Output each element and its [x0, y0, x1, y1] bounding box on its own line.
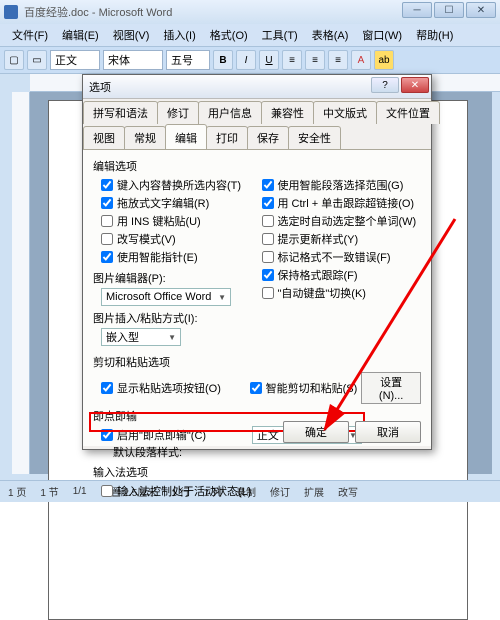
menubar: 文件(F) 编辑(E) 视图(V) 插入(I) 格式(O) 工具(T) 表格(A… — [0, 24, 500, 46]
align-center-icon[interactable]: ≡ — [305, 50, 325, 70]
titlebar: 百度经验.doc - Microsoft Word ─ ☐ ✕ — [0, 0, 500, 24]
chk-overwrite[interactable]: 改写模式(V) — [93, 230, 250, 248]
highlight-icon[interactable]: ab — [374, 50, 394, 70]
window-controls: ─ ☐ ✕ — [402, 2, 496, 18]
paste-mode-select[interactable]: 嵌入型▼ — [101, 328, 181, 346]
underline-icon[interactable]: U — [259, 50, 279, 70]
dialog-titlebar: 选项 ? ✕ — [83, 75, 431, 99]
tab-edit[interactable]: 编辑 — [165, 124, 207, 149]
chk-replace-selection[interactable]: 键入内容替换所选内容(T) — [93, 176, 250, 194]
section-edit-label: 编辑选项 — [93, 158, 421, 174]
size-select[interactable]: 五号 — [166, 50, 210, 70]
close-button[interactable]: ✕ — [466, 2, 496, 18]
align-right-icon[interactable]: ≡ — [328, 50, 348, 70]
dialog-help-button[interactable]: ? — [371, 77, 399, 93]
left-column: 键入内容替换所选内容(T) 拖放式文字编辑(R) 用 INS 键粘贴(U) 改写… — [93, 176, 250, 346]
pic-editor-label: 图片编辑器(P): — [93, 270, 250, 286]
dialog-buttons: 确定 取消 — [283, 421, 421, 443]
status-section: 1 节 — [40, 484, 58, 499]
minimize-button[interactable]: ─ — [402, 2, 432, 18]
align-left-icon[interactable]: ≡ — [282, 50, 302, 70]
chk-drag-drop[interactable]: 拖放式文字编辑(R) — [93, 194, 250, 212]
tab-userinfo[interactable]: 用户信息 — [198, 101, 262, 124]
menu-help[interactable]: 帮助(H) — [410, 25, 459, 45]
chk-select-word[interactable]: 选定时自动选定整个单词(W) — [254, 212, 411, 230]
default-style-label: 默认段落样式: — [93, 444, 421, 460]
chk-smart-paragraph[interactable]: 使用智能段落选择范围(G) — [254, 176, 411, 194]
menu-tools[interactable]: 工具(T) — [256, 25, 304, 45]
chk-keep-format-track[interactable]: 保持格式跟踪(F) — [254, 266, 411, 284]
ok-button[interactable]: 确定 — [283, 421, 349, 443]
chk-update-style[interactable]: 提示更新样式(Y) — [254, 230, 411, 248]
menu-insert[interactable]: 插入(I) — [157, 25, 201, 45]
chk-auto-keyboard[interactable]: "自动键盘"切换(K) — [254, 284, 411, 302]
options-dialog: 选项 ? ✕ 拼写和语法 修订 用户信息 兼容性 中文版式 文件位置 视图 常规… — [82, 74, 432, 450]
tab-fileloc[interactable]: 文件位置 — [376, 101, 440, 124]
menu-format[interactable]: 格式(O) — [204, 25, 254, 45]
cancel-button[interactable]: 取消 — [355, 421, 421, 443]
new-icon[interactable]: ▢ — [4, 50, 24, 70]
font-select[interactable]: 宋体 — [103, 50, 163, 70]
tab-save[interactable]: 保存 — [247, 126, 289, 149]
chevron-down-icon: ▼ — [168, 333, 176, 342]
paste-mode-label: 图片插入/粘贴方式(I): — [93, 310, 250, 326]
style-select[interactable]: 正文 — [50, 50, 100, 70]
chk-ins-paste[interactable]: 用 INS 键粘贴(U) — [93, 212, 250, 230]
menu-file[interactable]: 文件(F) — [6, 25, 54, 45]
dialog-body: 编辑选项 键入内容替换所选内容(T) 拖放式文字编辑(R) 用 INS 键粘贴(… — [83, 150, 431, 446]
dialog-title: 选项 — [89, 79, 111, 95]
chevron-down-icon: ▼ — [218, 293, 226, 302]
section-ime-label: 输入法选项 — [93, 464, 421, 480]
chk-smart-cut-paste[interactable]: 智能剪切和粘贴(S) — [242, 379, 358, 397]
chk-format-inconsist[interactable]: 标记格式不一致错误(F) — [254, 248, 411, 266]
right-column: 使用智能段落选择范围(G) 用 Ctrl + 单击跟踪超链接(O) 选定时自动选… — [254, 176, 411, 302]
dialog-tabs: 拼写和语法 修订 用户信息 兼容性 中文版式 文件位置 视图 常规 编辑 打印 … — [83, 99, 431, 150]
tab-cjk[interactable]: 中文版式 — [313, 101, 377, 124]
italic-icon[interactable]: I — [236, 50, 256, 70]
menu-window[interactable]: 窗口(W) — [356, 25, 408, 45]
chk-show-paste-options[interactable]: 显示粘贴选项按钮(O) — [93, 379, 242, 397]
pic-editor-select[interactable]: Microsoft Office Word▼ — [101, 288, 231, 306]
dialog-close-button[interactable]: ✕ — [401, 77, 429, 93]
font-color-icon[interactable]: A — [351, 50, 371, 70]
chk-ime-active[interactable]: 输入法控制处于活动状态(L) — [93, 482, 421, 500]
menu-edit[interactable]: 编辑(E) — [56, 25, 105, 45]
tab-track[interactable]: 修订 — [157, 101, 199, 124]
tab-security[interactable]: 安全性 — [288, 126, 341, 149]
tab-compat[interactable]: 兼容性 — [261, 101, 314, 124]
word-icon — [4, 5, 18, 19]
bold-icon[interactable]: B — [213, 50, 233, 70]
chk-click-type[interactable]: 启用"即点即输"(C) — [93, 426, 244, 444]
menu-table[interactable]: 表格(A) — [306, 25, 355, 45]
ruler-vertical[interactable] — [12, 92, 30, 474]
tab-general[interactable]: 常规 — [124, 126, 166, 149]
toolbar: ▢ ▭ 正文 宋体 五号 B I U ≡ ≡ ≡ A ab — [0, 46, 500, 74]
status-page: 1 页 — [8, 484, 26, 499]
maximize-button[interactable]: ☐ — [434, 2, 464, 18]
chk-smart-cursor[interactable]: 使用智能指针(E) — [93, 248, 250, 266]
tab-view[interactable]: 视图 — [83, 126, 125, 149]
window-title: 百度经验.doc - Microsoft Word — [24, 4, 172, 20]
word-main-window: 百度经验.doc - Microsoft Word ─ ☐ ✕ 文件(F) 编辑… — [0, 0, 500, 502]
chk-ctrl-click-link[interactable]: 用 Ctrl + 单击跟踪超链接(O) — [254, 194, 411, 212]
section-cut-label: 剪切和粘贴选项 — [93, 354, 421, 370]
settings-button[interactable]: 设置(N)... — [361, 372, 421, 404]
open-icon[interactable]: ▭ — [27, 50, 47, 70]
menu-view[interactable]: 视图(V) — [107, 25, 156, 45]
tab-spelling[interactable]: 拼写和语法 — [83, 101, 158, 124]
tab-print[interactable]: 打印 — [206, 126, 248, 149]
status-pages: 1/1 — [73, 486, 87, 497]
